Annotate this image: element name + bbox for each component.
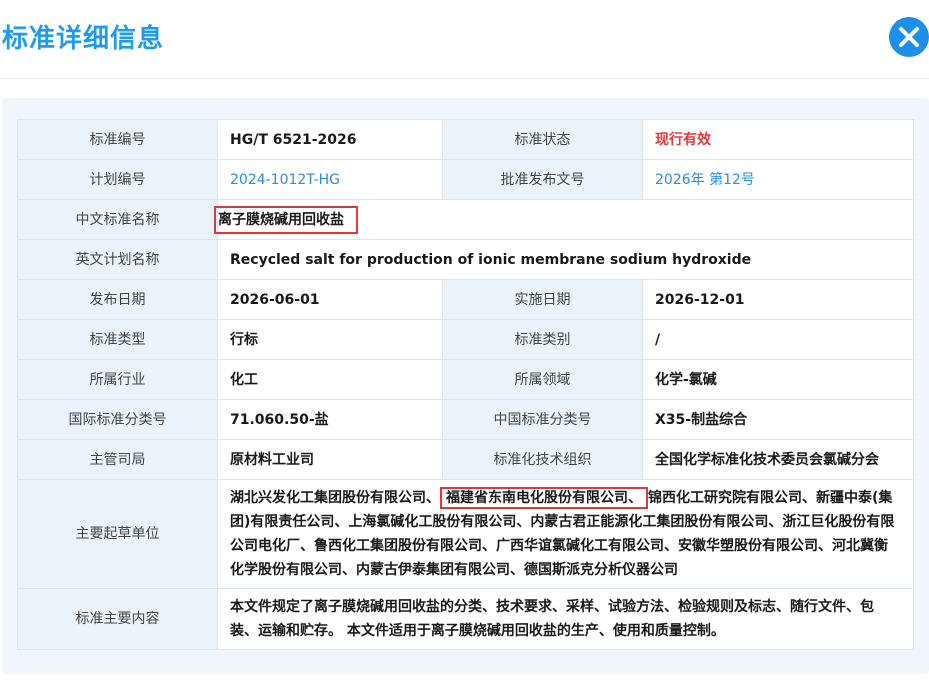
table-row: 主管司局 原材料工业司 标准化技术组织 全国化学标准化技术委员会氯碱分会 [17,439,914,480]
label-ics: 国际标准分类号 [17,399,218,440]
value-industry: 化工 [217,359,443,400]
label-plan-number: 计划编号 [17,159,218,200]
value-main-content: 本文件规定了离子膜烧碱用回收盐的分类、技术要求、采样、试验方法、检验规则及标志、… [217,588,914,650]
close-button[interactable] [889,17,929,57]
table-row: 计划编号 2024-1012T-HG 批准发布文号 2026年 第12号 [17,159,914,200]
label-main-content: 标准主要内容 [17,588,218,650]
value-drafters: 湖北兴发化工集团股份有限公司、 福建省东南电化股份有限公司、 锦西化工研究院有限公司… [217,479,914,589]
label-department: 主管司局 [17,439,218,480]
value-field: 化学-氯碱 [642,359,914,400]
value-standard-number: HG/T 6521-2026 [217,119,443,160]
label-field: 所属领域 [442,359,643,400]
dialog-header: 标准详细信息 [0,0,929,79]
label-standard-type: 标准类型 [17,319,218,360]
value-ics: 71.060.50-盐 [217,399,443,440]
table-row: 标准类型 行标 标准类别 / [17,319,914,360]
label-english-name: 英文计划名称 [17,239,218,280]
label-standard-status: 标准状态 [442,119,643,160]
drafters-text-1: 湖北兴发化工集团股份有限公司、 [230,490,440,506]
value-tech-committee: 全国化学标准化技术委员会氯碱分会 [642,439,914,480]
table-row: 英文计划名称 Recycled salt for production of i… [17,239,914,280]
label-tech-committee: 标准化技术组织 [442,439,643,480]
highlight-box-drafter: 福建省东南电化股份有限公司、 [440,487,648,509]
value-standard-status: 现行有效 [642,119,914,160]
highlight-box-chinese-name: 离子膜烧碱用回收盐 [214,205,358,234]
table-row: 中文标准名称 离子膜烧碱用回收盐 [17,199,914,240]
table-row: 所属行业 化工 所属领域 化学-氯碱 [17,359,914,400]
value-english-name: Recycled salt for production of ionic me… [217,239,914,280]
value-chinese-name: 离子膜烧碱用回收盐 [214,199,914,240]
close-icon [899,27,919,47]
value-standard-category: / [642,319,914,360]
table-row: 国际标准分类号 71.060.50-盐 中国标准分类号 X35-制盐综合 [17,399,914,440]
table-row: 标准编号 HG/T 6521-2026 标准状态 现行有效 [17,119,914,160]
value-release-date: 2026-06-01 [217,279,443,320]
standard-detail-table: 标准编号 HG/T 6521-2026 标准状态 现行有效 计划编号 2024-… [17,119,914,650]
label-industry: 所属行业 [17,359,218,400]
table-row: 主要起草单位 湖北兴发化工集团股份有限公司、 福建省东南电化股份有限公司、 锦西化工… [17,479,914,589]
label-standard-number: 标准编号 [17,119,218,160]
approval-doc-link[interactable]: 2026年 第12号 [642,159,914,200]
label-release-date: 发布日期 [17,279,218,320]
value-ccs: X35-制盐综合 [642,399,914,440]
label-chinese-name: 中文标准名称 [17,199,218,240]
plan-number-link[interactable]: 2024-1012T-HG [217,159,443,200]
table-row: 标准主要内容 本文件规定了离子膜烧碱用回收盐的分类、技术要求、采样、试验方法、检… [17,588,914,650]
value-implement-date: 2026-12-01 [642,279,914,320]
value-department: 原材料工业司 [217,439,443,480]
label-ccs: 中国标准分类号 [442,399,643,440]
label-approval-doc: 批准发布文号 [442,159,643,200]
table-row: 发布日期 2026-06-01 实施日期 2026-12-01 [17,279,914,320]
value-standard-type: 行标 [217,319,443,360]
label-implement-date: 实施日期 [442,279,643,320]
label-standard-category: 标准类别 [442,319,643,360]
label-drafters: 主要起草单位 [17,479,218,589]
page-title: 标准详细信息 [2,24,165,54]
